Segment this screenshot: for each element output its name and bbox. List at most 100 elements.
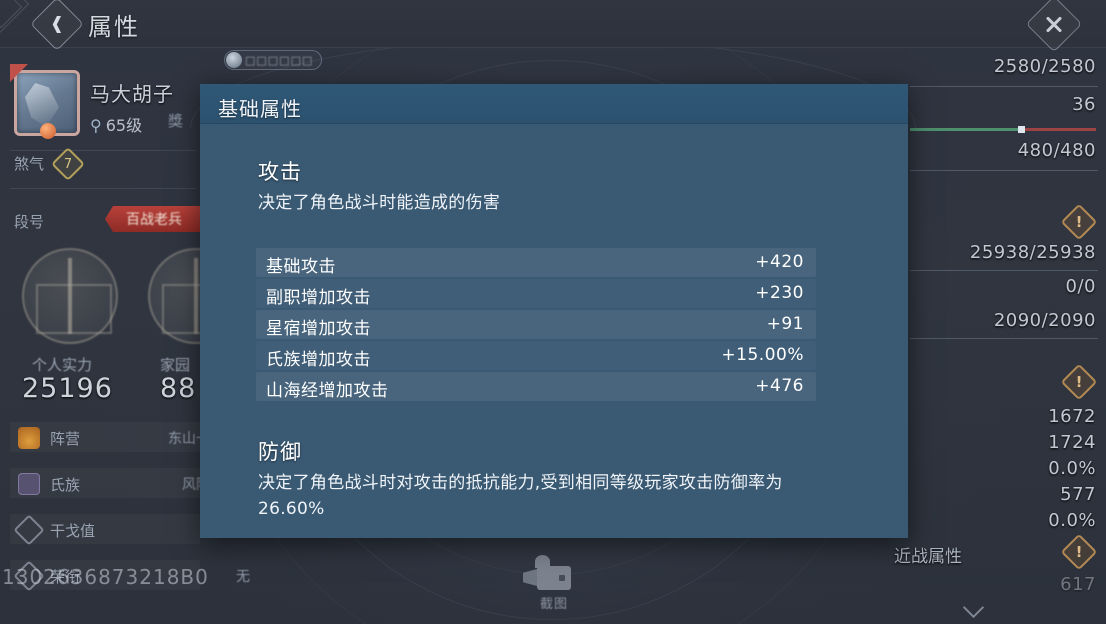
divider — [10, 150, 196, 151]
qi-value: 7 — [63, 156, 73, 172]
stat-value: 0/0 — [1065, 276, 1096, 297]
stat-key: 氏族增加攻击 — [266, 350, 371, 370]
rank-ribbon: 百战老兵 — [105, 206, 203, 232]
stat-row: 1724 — [894, 430, 1106, 456]
divider — [910, 170, 1098, 171]
divider — [910, 86, 1098, 87]
table-row: 基础攻击 +420 — [256, 248, 816, 277]
clan-icon — [18, 473, 40, 495]
page-title: 属性 — [88, 13, 140, 41]
stat-value: 1724 — [1048, 432, 1096, 453]
stat-key: 山海经增加攻击 — [266, 381, 389, 401]
character-panel: 马大胡子 ⚲ 65级 獎 煞气 7 段号 百战老兵 个人实力 25196 家园 8… — [0, 48, 250, 624]
screenshot-button[interactable]: 截图 — [528, 555, 580, 618]
camera-lens-icon — [559, 575, 565, 581]
list-item-label: 干戈值 — [50, 522, 96, 540]
stat-value: 480/480 — [1017, 140, 1096, 161]
table-row: 副职增加攻击 +230 — [256, 279, 816, 308]
list-item-clan[interactable]: 氏族 风隐 — [10, 468, 210, 498]
section-desc-defense: 决定了角色战斗时对攻击的抵抗能力,受到相同等级玩家攻击防御率为26.60% — [258, 473, 783, 519]
dialog-body: 攻击 决定了角色战斗时能造成的伤害 基础攻击 +420 副职增加攻击 +230 … — [200, 124, 908, 538]
home-value: 88 — [160, 373, 197, 404]
stat-row: 617 — [894, 572, 1106, 598]
stat-row: 25938/25938 — [894, 240, 1106, 266]
stat-value: +15.00% — [721, 345, 804, 365]
stat-row: 率 0.0% — [894, 508, 1106, 534]
stat-row: 2090/2090 — [894, 308, 1106, 334]
stat-value: 617 — [1060, 574, 1096, 595]
game-screen: ❰ 属性 □□□□□□ 马大胡子 ⚲ 65级 獎 煞气 7 段号 百战老兵 个人… — [0, 0, 1106, 624]
dialog-title: 基础属性 — [218, 97, 302, 121]
close-icon — [1035, 5, 1073, 43]
mini-badge[interactable]: □□□□□□ — [224, 50, 323, 70]
health-bar — [910, 126, 1096, 133]
section-header-melee: 近战属性 ! — [894, 533, 1106, 571]
avatar — [226, 52, 242, 68]
stat-value: 577 — [1060, 484, 1096, 505]
close-button[interactable] — [1025, 0, 1083, 53]
character-level: ⚲ 65级 — [90, 116, 143, 135]
mini-badge-label: □□□□□□ — [245, 53, 314, 67]
section-header-combat: ! — [894, 203, 1106, 241]
stat-value: +476 — [755, 376, 804, 396]
info-icon[interactable]: ! — [1060, 363, 1098, 401]
stat-row: 1672 — [894, 404, 1106, 430]
stat-value: 1672 — [1048, 406, 1096, 427]
section-name-attack: 攻击 — [258, 160, 302, 184]
power-value: 25196 — [22, 373, 113, 404]
stat-key: 副职增加攻击 — [266, 288, 371, 308]
rank-label: 段号 — [14, 213, 45, 231]
stat-value: +230 — [755, 283, 804, 303]
list-item-faction[interactable]: 阵营 东山一 — [10, 422, 210, 452]
rank-ribbon-text: 百战老兵 — [126, 212, 182, 228]
watermark-text: 1302636873218B0 — [2, 565, 209, 589]
health-bar-green — [910, 128, 1022, 131]
list-item-label: 阵营 — [50, 430, 81, 448]
screenshot-label: 截图 — [539, 597, 568, 612]
stat-row: 36 — [894, 92, 1106, 118]
stat-value: +420 — [755, 252, 804, 272]
qi-badge[interactable]: 7 — [51, 147, 85, 181]
character-name: 马大胡子 — [90, 82, 174, 106]
diamond-icon — [13, 514, 45, 546]
stat-value: 2090/2090 — [993, 310, 1096, 331]
chevron-left-icon: ❰ — [49, 13, 65, 34]
stat-row: 率 0.0% — [894, 456, 1106, 482]
stat-key: 星宿增加攻击 — [266, 319, 371, 339]
chevron-down-icon[interactable] — [966, 600, 988, 612]
stat-value: 36 — [1072, 94, 1096, 115]
section-header-base: ! — [894, 363, 1106, 401]
camera-icon — [535, 555, 571, 590]
power-label: 个人实力 — [32, 356, 93, 374]
flame-icon — [18, 427, 40, 449]
table-row: 山海经增加攻击 +476 — [256, 372, 816, 401]
stat-value: 0.0% — [1048, 510, 1096, 531]
basic-attributes-dialog: 基础属性 攻击 决定了角色战斗时能造成的伤害 基础攻击 +420 副职增加攻击 … — [200, 84, 908, 538]
section-title: 近战属性 — [894, 547, 962, 567]
home-label: 家园 — [160, 356, 191, 374]
table-row: 星宿增加攻击 +91 — [256, 310, 816, 339]
list-item-ganguzhi[interactable]: 干戈值 — [10, 514, 200, 546]
stat-value: 2580/2580 — [993, 56, 1096, 77]
info-icon[interactable]: ! — [1060, 533, 1098, 571]
dialog-header: 基础属性 — [200, 84, 908, 124]
divider — [10, 188, 196, 189]
divider — [910, 270, 1098, 271]
top-bar: ❰ 属性 — [0, 0, 1106, 53]
avatar-gem-icon — [40, 123, 56, 139]
stat-value: +91 — [766, 314, 804, 334]
info-icon[interactable]: ! — [1060, 203, 1098, 241]
table-row: 氏族增加攻击 +15.00% — [256, 341, 816, 370]
divider — [910, 338, 1098, 339]
character-avatar[interactable] — [10, 64, 80, 139]
stat-value: 25938/25938 — [969, 242, 1096, 263]
stat-row: 0/0 — [894, 274, 1106, 300]
stat-value: 0.0% — [1048, 458, 1096, 479]
health-bar-knob[interactable] — [1017, 126, 1025, 133]
list-item-label: 氏族 — [50, 476, 81, 494]
list-item-value: 无 — [236, 569, 250, 585]
qi-label: 煞气 — [14, 155, 45, 173]
level-icon: ⚲ — [90, 116, 102, 135]
health-bar-red — [1021, 128, 1096, 131]
stats-panel: 2580/2580 36 480/480 ! 25938/25938 0/0 2… — [894, 48, 1106, 624]
